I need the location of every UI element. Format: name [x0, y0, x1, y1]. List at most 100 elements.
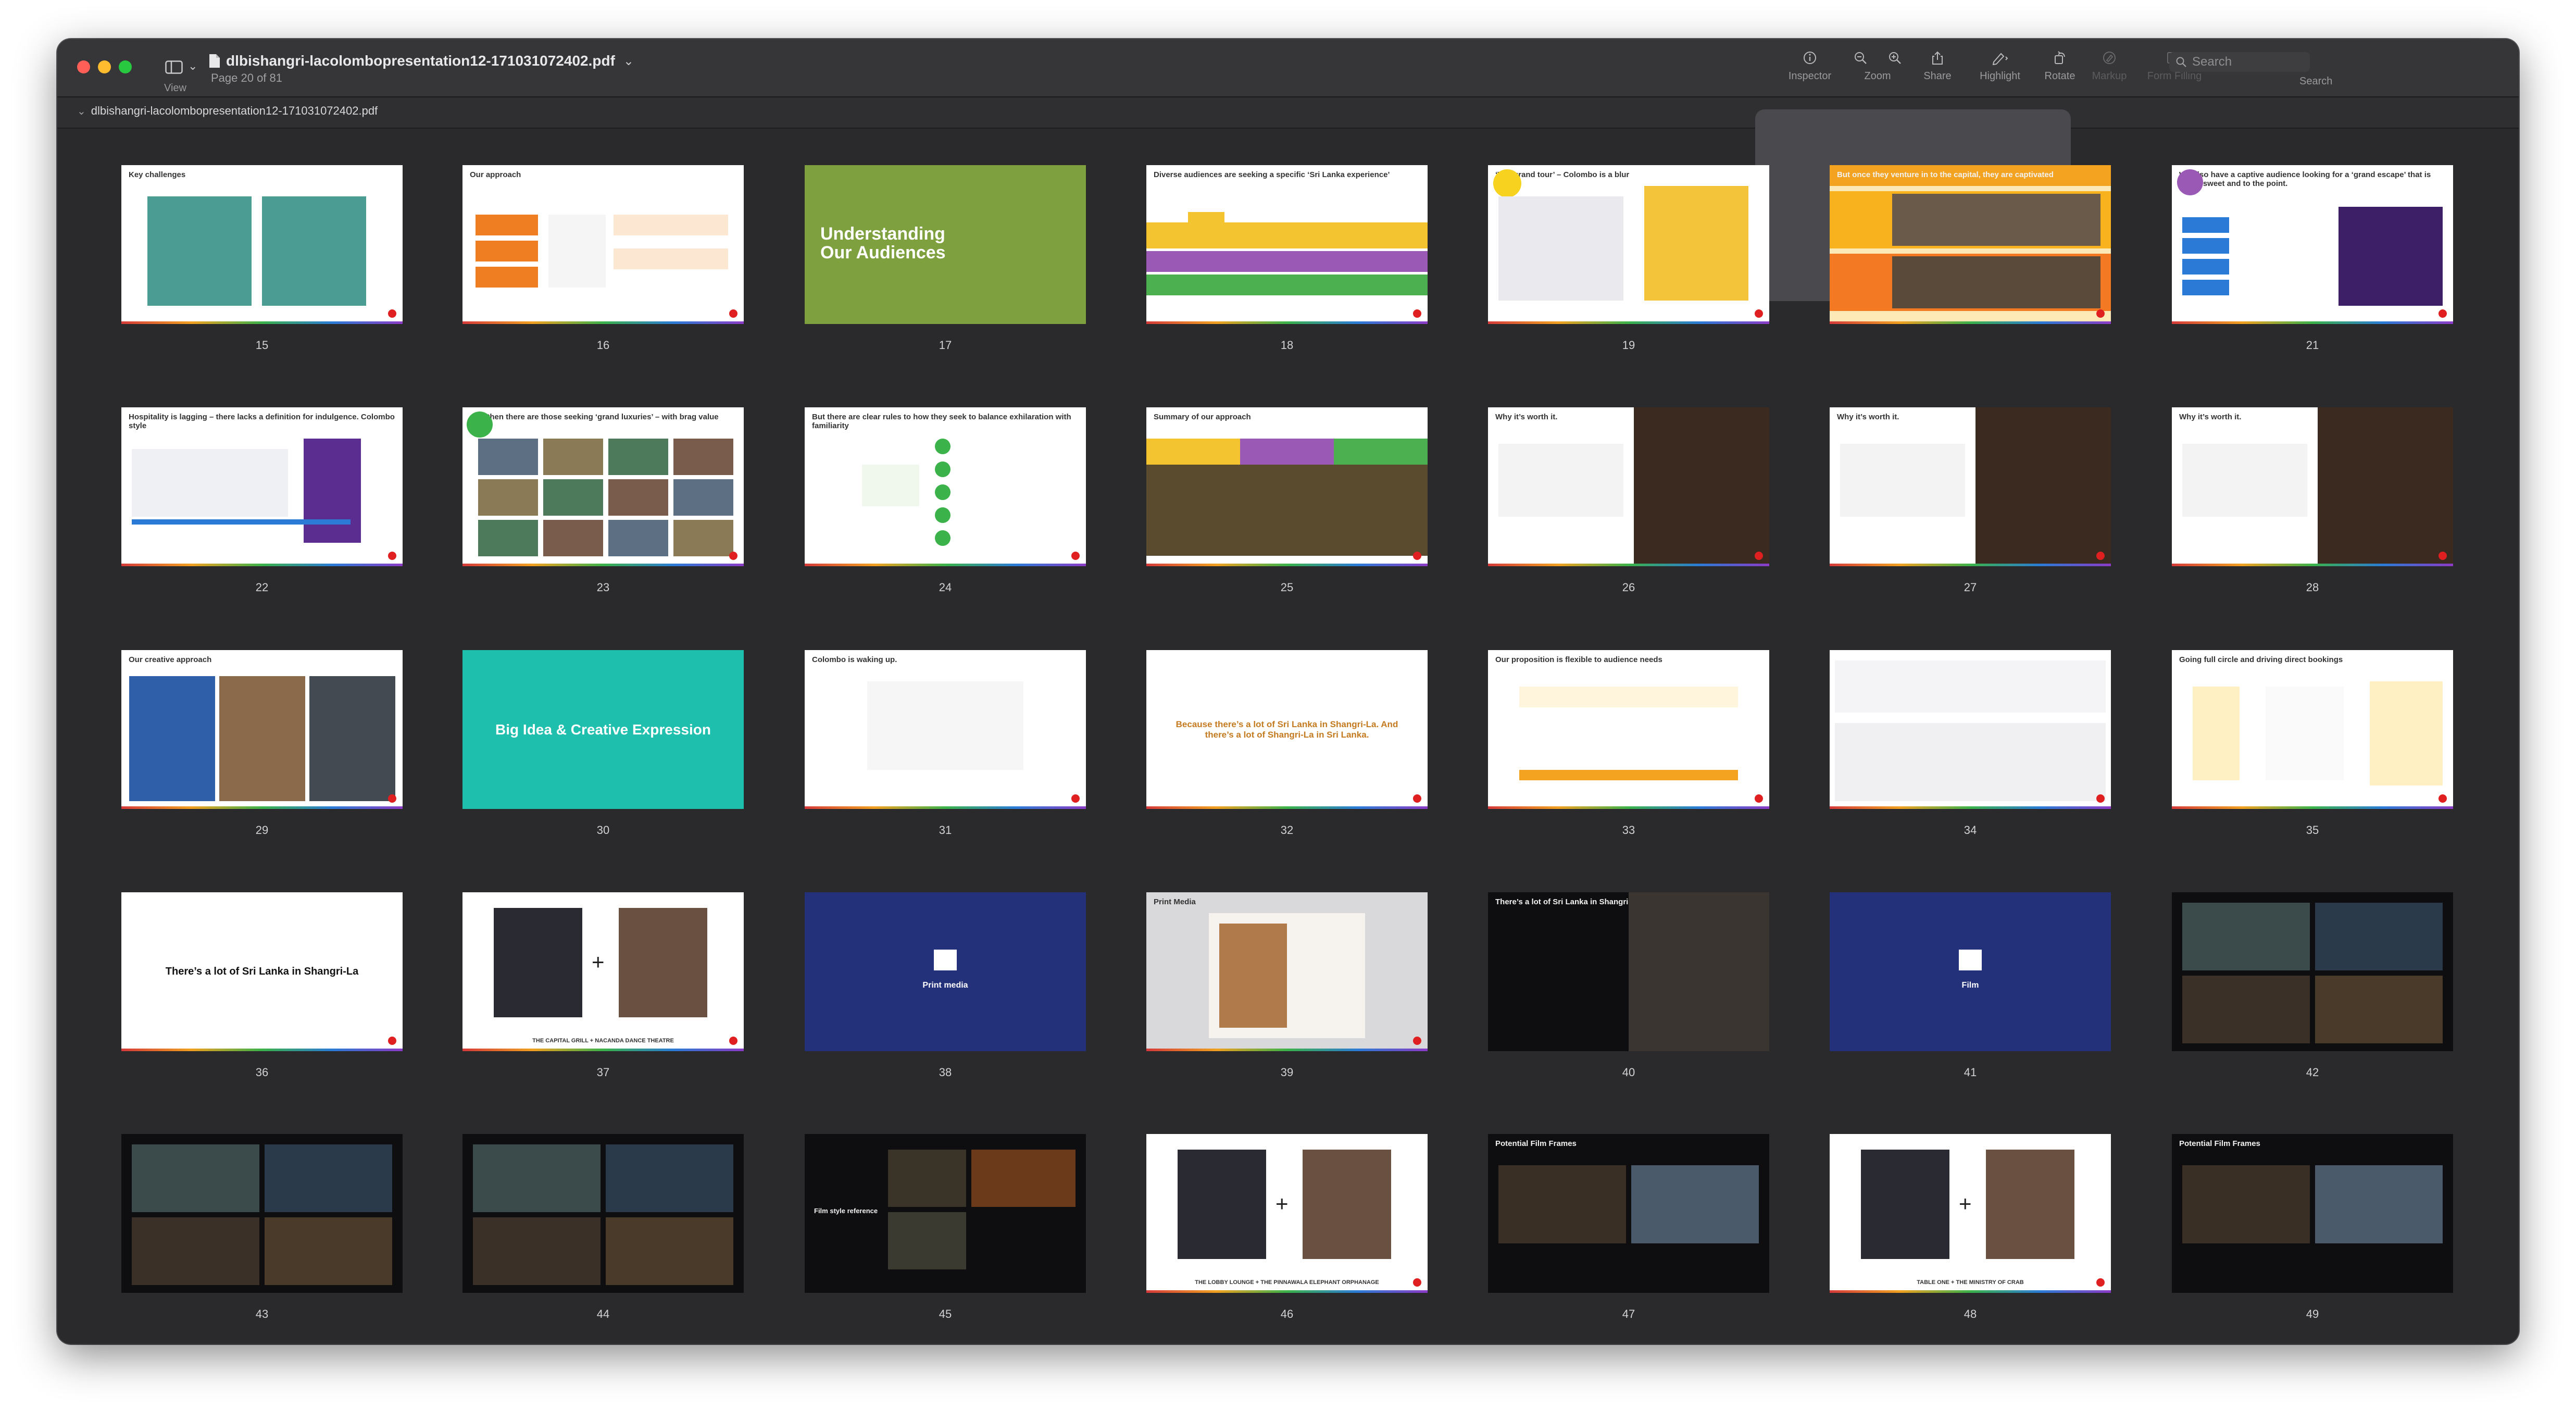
- zoom-out-icon[interactable]: [1853, 51, 1868, 65]
- list-bullet: [935, 484, 951, 500]
- search-label: Search: [2299, 76, 2333, 87]
- slide-shape: [1631, 1165, 1759, 1243]
- page-thumbnail[interactable]: Why it’s worth it.: [1488, 407, 1769, 566]
- color-rule: [1488, 806, 1769, 809]
- page-thumbnail[interactable]: Big Idea & Creative Expression: [462, 650, 744, 809]
- slide-shape: [2182, 1165, 2310, 1243]
- list-bullet: [935, 530, 951, 546]
- slide-title: There’s a lot of Sri Lanka in Shangri-La: [1495, 898, 1640, 906]
- page-thumbnail[interactable]: ‘The grand tour’ – Colombo is a blur: [1488, 165, 1769, 324]
- search-field[interactable]: [2169, 52, 2310, 72]
- page-thumbnail[interactable]: THE LOBBY LOUNGE + THE PINNAWALA ELEPHAN…: [1146, 1134, 1428, 1293]
- document-title[interactable]: dlbishangri-lacolombopresentation12-1710…: [208, 51, 634, 71]
- brand-logo: [1071, 794, 1080, 803]
- highlight-button[interactable]: Highlight: [1971, 51, 2029, 92]
- page-number: 45: [939, 1307, 952, 1320]
- slide-shape: [129, 676, 215, 801]
- page-thumbnail[interactable]: Print Media: [1146, 892, 1428, 1051]
- view-menu-button[interactable]: ⌄ View: [159, 52, 216, 94]
- slide-shape: [476, 241, 538, 261]
- page-thumbnail[interactable]: Why it’s worth it.: [2172, 407, 2453, 566]
- slide-shape: [476, 215, 538, 235]
- page-thumbnail[interactable]: Understanding Our Audiences: [805, 165, 1086, 324]
- page-thumbnail[interactable]: Film style reference: [805, 1134, 1086, 1293]
- brand-logo: [2439, 794, 2447, 803]
- slide-shape: [2182, 259, 2229, 275]
- color-rule: [462, 564, 744, 566]
- plus-icon: +: [592, 950, 605, 974]
- search-icon: [2176, 57, 2186, 67]
- path-bar: ⌄ dlbishangri-lacolombopresentation12-17…: [57, 97, 2519, 129]
- slide-title: Diverse audiences are seeking a specific…: [1154, 170, 1390, 179]
- slide-shape: [132, 519, 351, 525]
- zoom-control[interactable]: Zoom: [1849, 51, 1906, 92]
- slide-title: Potential Film Frames: [2179, 1139, 2260, 1148]
- slide-shape: [304, 439, 361, 543]
- slide-title: And then there are those seeking ‘grand …: [470, 413, 719, 421]
- page-thumbnail[interactable]: We also have a captive audience looking …: [2172, 165, 2453, 324]
- page-thumbnail[interactable]: There’s a lot of Sri Lanka in Shangri-La: [121, 892, 403, 1051]
- slide-shape: [862, 465, 919, 506]
- page-thumbnail[interactable]: Print media: [805, 892, 1086, 1051]
- highlight-badge: [467, 412, 493, 438]
- color-rule: [1146, 806, 1428, 809]
- share-button[interactable]: Share: [1914, 51, 1961, 92]
- page-thumbnail[interactable]: Going full circle and driving direct boo…: [2172, 650, 2453, 809]
- photo-tile: [673, 479, 733, 516]
- page-thumbnail[interactable]: Key challenges: [121, 165, 403, 324]
- page-thumbnail[interactable]: Potential Film Frames: [1488, 1134, 1769, 1293]
- page-thumbnail[interactable]: But there are clear rules to how they se…: [805, 407, 1086, 566]
- slide-title: Print media: [922, 981, 968, 990]
- page-thumbnail[interactable]: Potential Film Frames: [2172, 1134, 2453, 1293]
- page-thumbnail[interactable]: [1830, 650, 2111, 809]
- slide-shape: [1644, 186, 1748, 301]
- color-rule: [121, 1049, 403, 1051]
- page-thumbnail[interactable]: [121, 1134, 403, 1293]
- page-thumbnail[interactable]: [2172, 892, 2453, 1051]
- page-thumbnail[interactable]: Our creative approach: [121, 650, 403, 809]
- rotate-button[interactable]: Rotate: [2036, 51, 2083, 92]
- page-thumbnail[interactable]: TABLE ONE + THE MINISTRY OF CRAB +: [1830, 1134, 2111, 1293]
- markup-button[interactable]: Markup: [2086, 51, 2133, 92]
- photo-tile: [608, 439, 668, 475]
- page-thumbnail[interactable]: Hospitality is lagging – there lacks a d…: [121, 407, 403, 566]
- slide-shape: [606, 1144, 733, 1212]
- page-thumbnail[interactable]: Why it’s worth it.: [1830, 407, 2111, 566]
- close-button[interactable]: [77, 60, 90, 73]
- brand-logo: [2439, 552, 2447, 560]
- search-input[interactable]: [2191, 54, 2297, 70]
- brand-logo: [2096, 552, 2105, 560]
- page-number: 40: [1622, 1066, 1635, 1079]
- page-thumbnail[interactable]: Film: [1830, 892, 2111, 1051]
- slide-title: Film style reference: [814, 1207, 878, 1215]
- page-thumbnail[interactable]: And then there are those seeking ‘grand …: [462, 407, 744, 566]
- page-thumbnail[interactable]: THE CAPITAL GRILL + NACANDA DANCE THEATR…: [462, 892, 744, 1051]
- slide-title: But once they venture in to the capital,…: [1837, 170, 2054, 179]
- chevron-down-icon: ⌄: [188, 59, 198, 72]
- page-thumbnail[interactable]: Colombo is waking up.: [805, 650, 1086, 809]
- inspector-button[interactable]: Inspector: [1779, 51, 1841, 92]
- page-thumbnail[interactable]: Because there’s a lot of Sri Lanka in Sh…: [1146, 650, 1428, 809]
- page-thumbnail[interactable]: Our approach: [462, 165, 744, 324]
- zoom-in-icon[interactable]: [1887, 51, 1902, 65]
- page-thumbnail[interactable]: There’s a lot of Sri Lanka in Shangri-La: [1488, 892, 1769, 1051]
- minimize-button[interactable]: [98, 60, 111, 73]
- page-number: 36: [255, 1066, 269, 1079]
- path-bar-item[interactable]: ⌄ dlbishangri-lacolombopresentation12-17…: [77, 104, 378, 118]
- brand-logo: [388, 309, 396, 318]
- slide-title: Why it’s worth it.: [1495, 413, 1558, 421]
- chevron-down-icon: ⌄: [623, 54, 634, 68]
- magazine-photo: [1219, 924, 1287, 1028]
- page-thumbnail[interactable]: [462, 1134, 744, 1293]
- page-thumbnail[interactable]: Our proposition is flexible to audience …: [1488, 650, 1769, 809]
- color-rule: [1830, 321, 2111, 324]
- page-thumbnail[interactable]: Summary of our approach: [1146, 407, 1428, 566]
- brand-logo: [1413, 552, 1421, 560]
- page-thumbnail[interactable]: But once they venture in to the capital,…: [1830, 165, 2111, 324]
- page-thumbnail[interactable]: Diverse audiences are seeking a specific…: [1146, 165, 1428, 324]
- zoom-window-button[interactable]: [119, 60, 132, 73]
- page-number: 22: [255, 581, 269, 594]
- slide-shape: [867, 681, 1023, 770]
- page-number: 37: [596, 1066, 610, 1079]
- page-indicator: Page 20 of 81: [211, 71, 283, 84]
